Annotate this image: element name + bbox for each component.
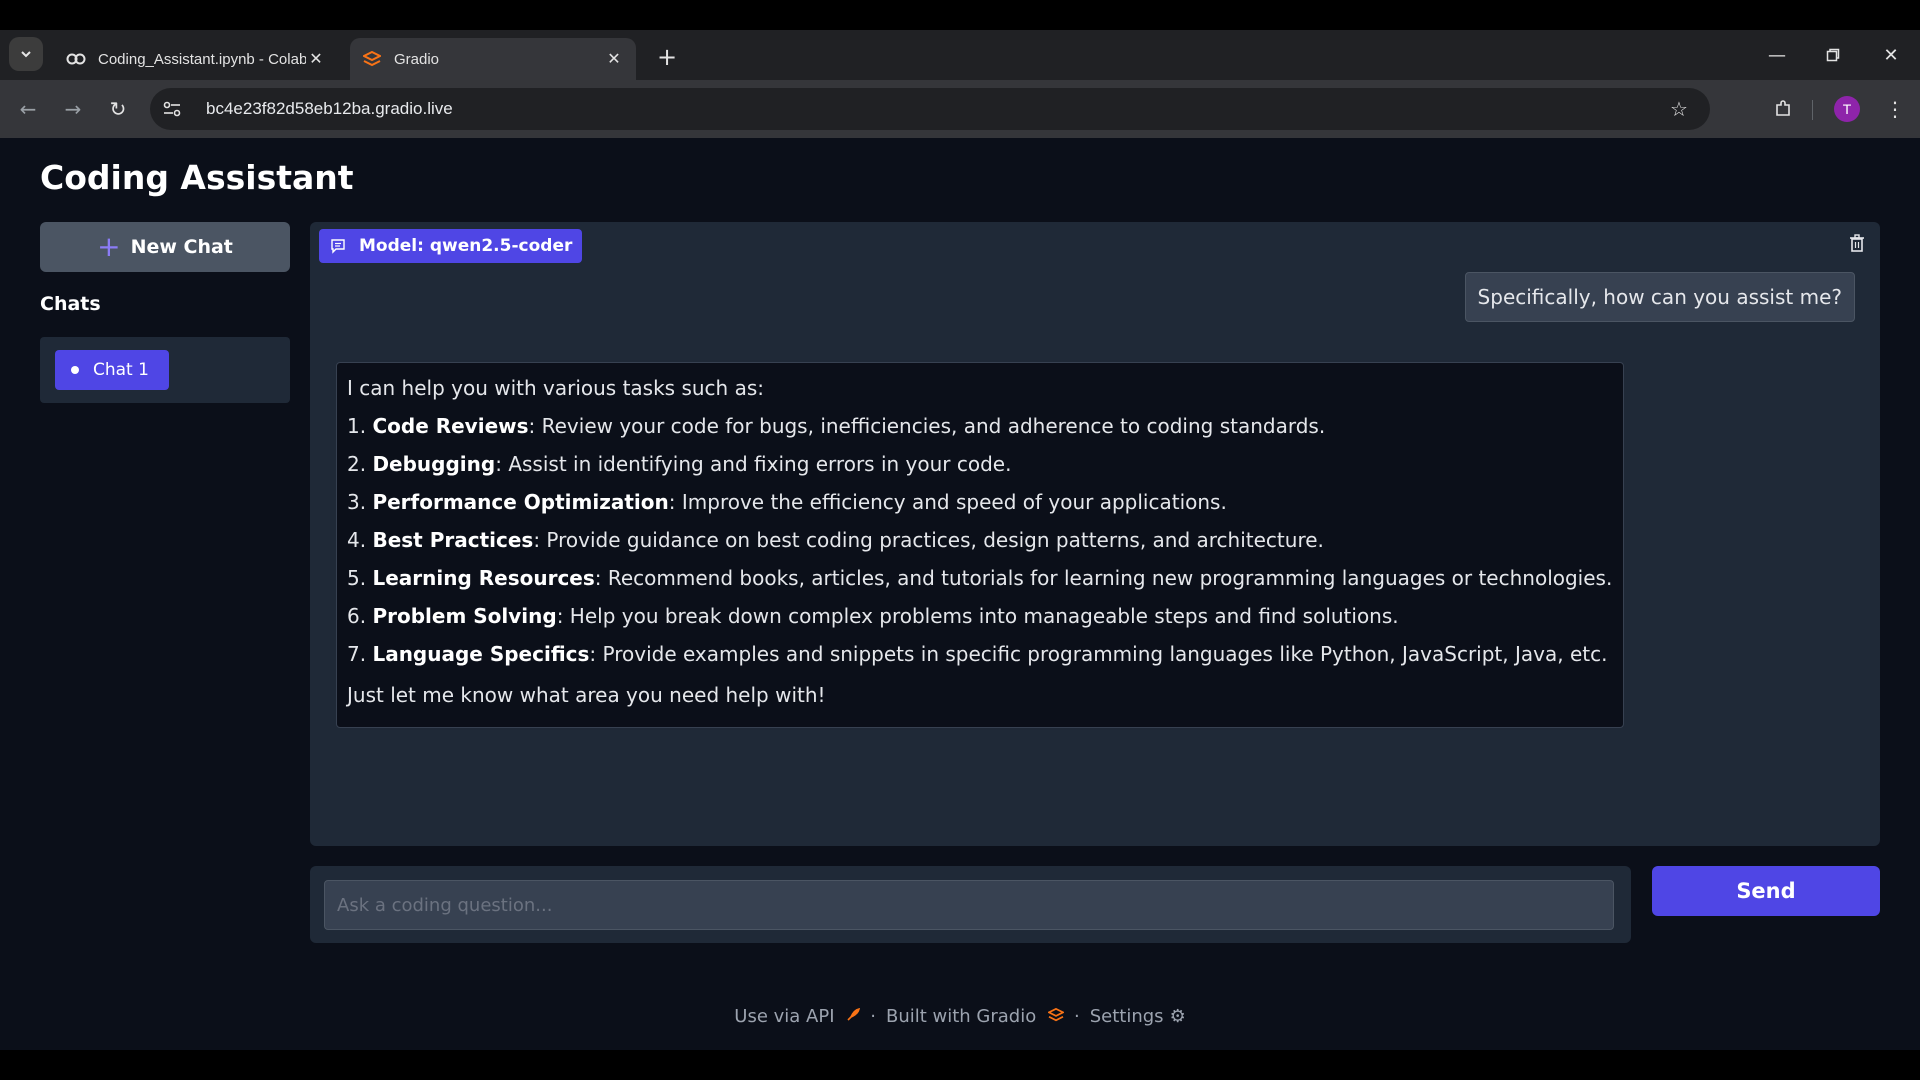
list-item: 5. Learning Resources: Recommend books, … bbox=[347, 566, 1613, 590]
bot-outro: Just let me know what area you need help… bbox=[347, 683, 826, 707]
tab-search-button[interactable] bbox=[9, 37, 43, 71]
gradio-page: Coding Assistant + New Chat Chats Chat 1… bbox=[0, 138, 1920, 1050]
bot-message: I can help you with various tasks such a… bbox=[336, 362, 1624, 728]
profile-avatar[interactable]: T bbox=[1834, 96, 1860, 122]
chat-bubble-icon bbox=[329, 237, 347, 255]
rocket-icon bbox=[841, 1006, 861, 1027]
browser-tab-strip: Coding_Assistant.ipynb - Colab ✕ Gradio … bbox=[0, 30, 1920, 80]
list-item: 7. Language Specifics: Provide examples … bbox=[347, 642, 1608, 666]
colab-icon bbox=[66, 49, 86, 69]
model-badge: Model: qwen2.5-coder bbox=[319, 229, 583, 263]
extensions-icon[interactable] bbox=[1768, 94, 1798, 124]
chatbot-panel: Model: qwen2.5-coder Specifically, how c… bbox=[310, 222, 1880, 846]
chats-heading: Chats bbox=[40, 293, 101, 315]
browser-toolbar: ← → ↻ bc4e23f82d58eb12ba.gradio.live ☆ T… bbox=[0, 80, 1920, 138]
bookmark-star-icon[interactable]: ☆ bbox=[1664, 94, 1694, 124]
input-panel bbox=[310, 866, 1631, 943]
reload-icon[interactable]: ↻ bbox=[103, 94, 133, 124]
screen-top-border bbox=[0, 0, 1920, 30]
restore-icon[interactable] bbox=[1818, 40, 1848, 70]
minimize-icon[interactable]: — bbox=[1762, 40, 1792, 70]
close-window-icon[interactable]: ✕ bbox=[1876, 40, 1906, 70]
built-with-gradio-link[interactable]: Built with Gradio bbox=[886, 1006, 1065, 1027]
chat-item-label: Chat 1 bbox=[93, 360, 149, 380]
site-settings-icon[interactable] bbox=[152, 89, 192, 129]
footer-separator: · bbox=[870, 1006, 876, 1027]
list-item: 1. Code Reviews: Review your code for bu… bbox=[347, 414, 1326, 438]
list-item: 6. Problem Solving: Help you break down … bbox=[347, 604, 1399, 628]
list-item: 3. Performance Optimization: Improve the… bbox=[347, 490, 1227, 514]
list-item: 2. Debugging: Assist in identifying and … bbox=[347, 452, 1012, 476]
gear-icon: ⚙ bbox=[1169, 1006, 1186, 1027]
gradio-icon bbox=[362, 49, 382, 69]
list-item: 4. Best Practices: Provide guidance on b… bbox=[347, 528, 1324, 552]
new-chat-button[interactable]: + New Chat bbox=[40, 222, 290, 272]
chat-list: Chat 1 bbox=[40, 337, 290, 403]
clear-chat-button[interactable] bbox=[1842, 228, 1872, 258]
chat-list-item[interactable]: Chat 1 bbox=[55, 350, 169, 390]
question-input[interactable] bbox=[324, 880, 1614, 930]
new-chat-label: New Chat bbox=[130, 236, 233, 258]
back-arrow-icon[interactable]: ← bbox=[13, 94, 43, 124]
chevron-down-icon bbox=[21, 51, 31, 58]
forward-arrow-icon[interactable]: → bbox=[58, 94, 88, 124]
tab-gradio[interactable]: Gradio ✕ bbox=[350, 38, 636, 80]
model-badge-label: Model: qwen2.5-coder bbox=[359, 236, 573, 256]
page-title: Coding Assistant bbox=[40, 158, 354, 197]
close-icon[interactable]: ✕ bbox=[306, 49, 326, 69]
bot-intro: I can help you with various tasks such a… bbox=[347, 376, 765, 400]
new-tab-button[interactable]: + bbox=[652, 42, 682, 72]
tab-colab[interactable]: Coding_Assistant.ipynb - Colab ✕ bbox=[54, 38, 338, 80]
toolbar-divider bbox=[1812, 100, 1813, 120]
address-bar[interactable]: bc4e23f82d58eb12ba.gradio.live ☆ bbox=[150, 88, 1710, 130]
radio-dot-icon bbox=[71, 366, 79, 374]
trash-icon bbox=[1850, 234, 1864, 252]
bot-task-list: 1. Code Reviews: Review your code for bu… bbox=[347, 413, 1613, 668]
send-button[interactable]: Send bbox=[1652, 866, 1880, 916]
footer: Use via API · Built with Gradio · Settin… bbox=[0, 1006, 1920, 1027]
user-message: Specifically, how can you assist me? bbox=[1464, 272, 1855, 322]
plus-icon: + bbox=[97, 230, 121, 263]
footer-separator: · bbox=[1074, 1006, 1080, 1027]
tab-gradio-label: Gradio bbox=[394, 50, 440, 68]
close-icon[interactable]: ✕ bbox=[604, 49, 624, 69]
more-menu-icon[interactable]: ⋮ bbox=[1880, 94, 1910, 124]
tab-colab-label: Coding_Assistant.ipynb - Colab bbox=[98, 50, 306, 68]
use-via-api-link[interactable]: Use via API bbox=[734, 1006, 861, 1027]
screen-bottom-border bbox=[0, 1050, 1920, 1080]
settings-link[interactable]: Settings ⚙ bbox=[1090, 1006, 1186, 1027]
gradio-logo-icon bbox=[1042, 1006, 1065, 1027]
url-text: bc4e23f82d58eb12ba.gradio.live bbox=[206, 99, 453, 118]
